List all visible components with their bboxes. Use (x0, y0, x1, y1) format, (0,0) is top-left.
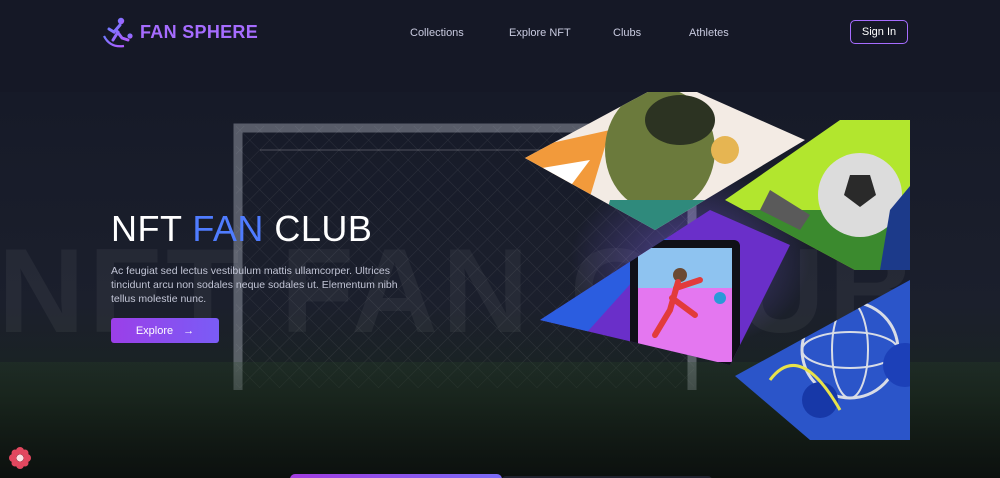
nav-explore-nft[interactable]: Explore NFT (509, 26, 571, 40)
scroll-indicator (290, 474, 502, 478)
hero-title-part1: NFT (111, 208, 182, 249)
brand-logo[interactable]: FAN SPHERE (100, 14, 258, 50)
nav-athletes[interactable]: Athletes (689, 26, 729, 40)
hero-title-accent: FAN (192, 208, 264, 249)
brand-name: FAN SPHERE (140, 21, 259, 42)
nav-clubs[interactable]: Clubs (613, 26, 641, 40)
explore-label: Explore (135, 324, 174, 337)
sign-in-button[interactable]: Sign In (850, 20, 908, 44)
hero-section: NFT FAN CLUB NFT FAN CLUB Ac feugiat sed… (0, 92, 1000, 478)
nft-collage (525, 92, 910, 440)
hero-title-part2: CLUB (274, 208, 373, 249)
site-header: FAN SPHERE Collections Explore NFT Clubs… (0, 0, 1000, 92)
hero-description: Ac feugiat sed lectus vestibulum mattis … (111, 265, 398, 305)
explore-button[interactable]: Explore → (111, 318, 219, 343)
soccer-player-icon (103, 17, 133, 48)
flower-badge-icon[interactable] (8, 446, 32, 470)
hero-title: NFT FAN CLUB (111, 208, 372, 250)
nav-collections[interactable]: Collections (410, 26, 464, 40)
arrow-right-icon: → (183, 324, 195, 337)
